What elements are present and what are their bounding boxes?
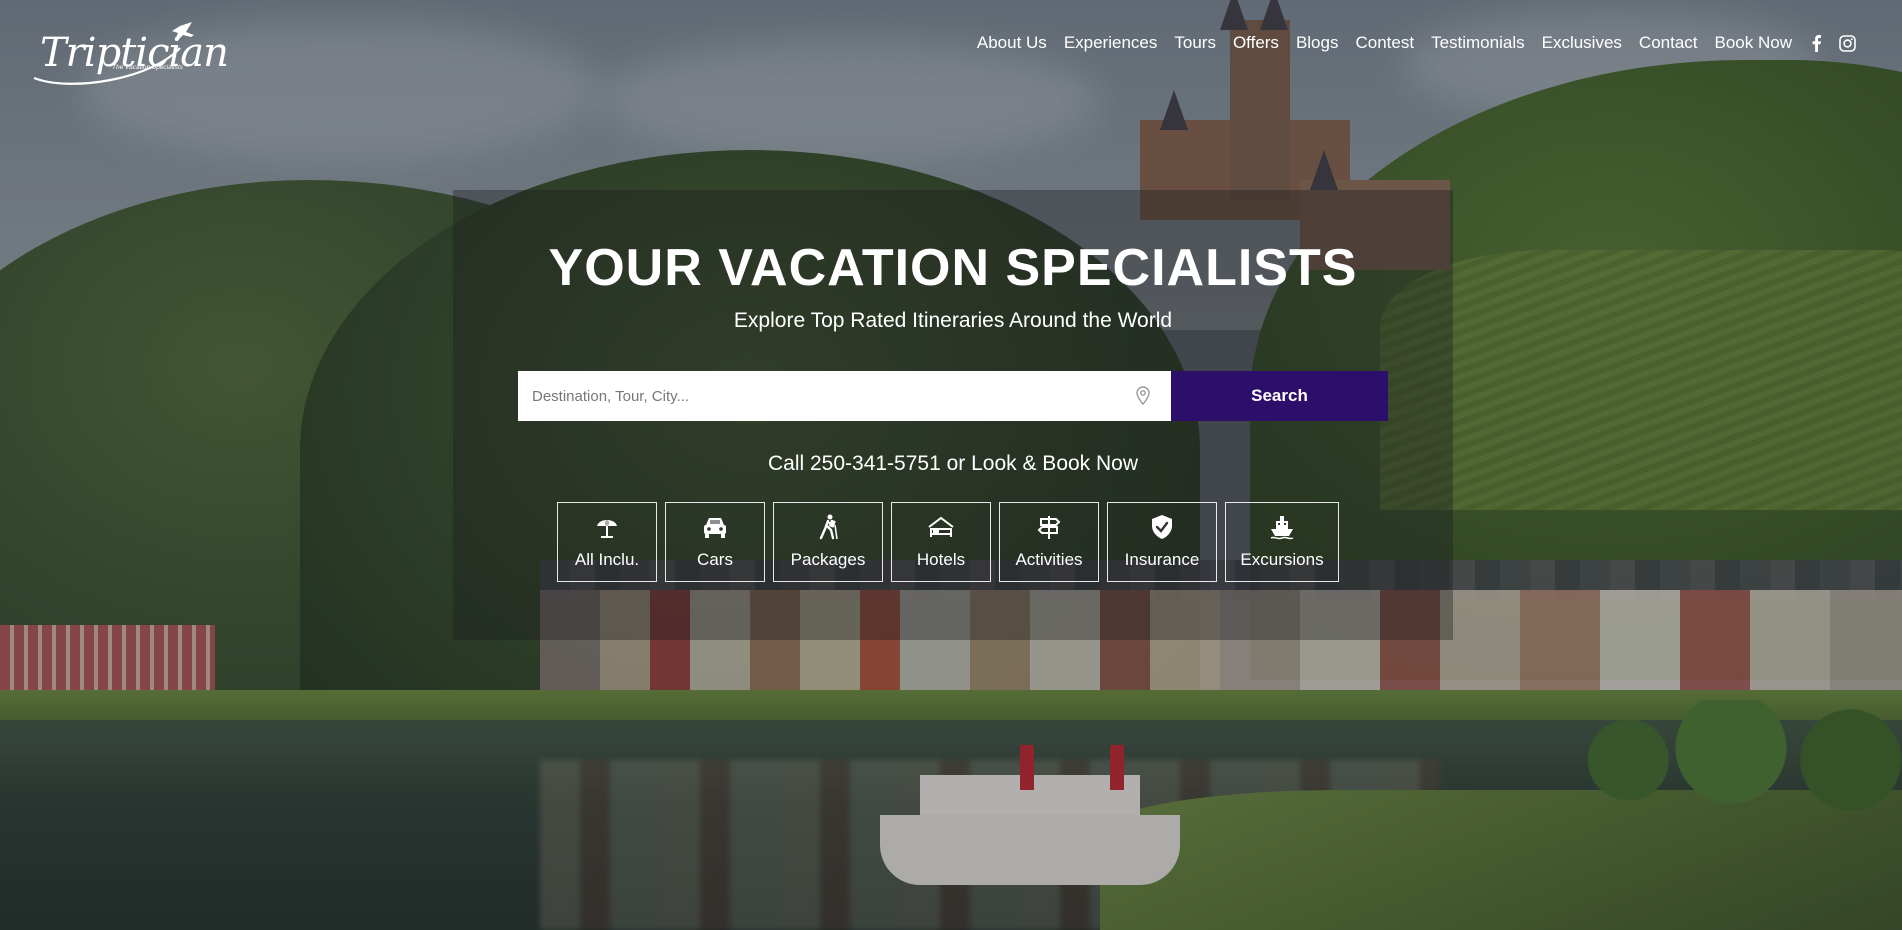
main-nav: About Us Experiences Tours Offers Blogs … <box>960 33 1856 53</box>
hero-title: YOUR VACATION SPECIALISTS <box>548 239 1358 297</box>
search-button[interactable]: Search <box>1171 371 1388 421</box>
shield-icon <box>1151 514 1173 540</box>
facebook-icon[interactable] <box>1812 34 1821 52</box>
category-label: Cars <box>697 550 733 569</box>
nav-exclusives[interactable]: Exclusives <box>1542 33 1622 53</box>
nav-book-now[interactable]: Book Now <box>1715 33 1792 53</box>
ship-icon <box>1269 514 1295 540</box>
beach-umbrella-icon <box>595 514 619 540</box>
signpost-icon <box>1037 514 1061 540</box>
hero-subtitle: Explore Top Rated Itineraries Around the… <box>733 309 1173 332</box>
brand-logo[interactable]: Triptician The Vacation Specialists <box>30 22 229 85</box>
nav-experiences[interactable]: Experiences <box>1064 33 1158 53</box>
category-label: Hotels <box>916 550 966 569</box>
category-hotels[interactable]: Hotels <box>891 502 991 582</box>
nav-blogs[interactable]: Blogs <box>1296 33 1339 53</box>
category-buttons: All Inclu. Cars Packages Hotels Activiti… <box>557 502 1339 582</box>
car-icon <box>701 514 729 540</box>
category-excursions[interactable]: Excursions <box>1225 502 1339 582</box>
nav-tours[interactable]: Tours <box>1174 33 1216 53</box>
category-cars[interactable]: Cars <box>665 502 765 582</box>
brand-tagline: The Vacation Specialists <box>112 64 183 71</box>
category-label: Excursions <box>1240 550 1324 569</box>
search-box <box>518 371 1171 421</box>
category-label: Activities <box>1015 550 1083 569</box>
category-label: All Inclu. <box>574 550 640 569</box>
category-activities[interactable]: Activities <box>999 502 1099 582</box>
category-insurance[interactable]: Insurance <box>1107 502 1217 582</box>
map-pin-icon <box>1136 386 1150 410</box>
nav-about-us[interactable]: About Us <box>977 33 1047 53</box>
nav-contest[interactable]: Contest <box>1355 33 1414 53</box>
instagram-icon[interactable] <box>1839 34 1856 52</box>
call-to-action: Call 250-341-5751 or Look & Book Now <box>767 452 1139 475</box>
hiker-icon <box>816 514 840 540</box>
destination-search-input[interactable] <box>532 371 1122 421</box>
bed-icon <box>927 514 955 540</box>
category-label: Packages <box>790 550 866 569</box>
nav-testimonials[interactable]: Testimonials <box>1431 33 1525 53</box>
category-label: Insurance <box>1124 550 1200 569</box>
nav-contact[interactable]: Contact <box>1639 33 1698 53</box>
nav-offers[interactable]: Offers <box>1233 33 1279 53</box>
category-packages[interactable]: Packages <box>773 502 883 582</box>
category-all-inclusive[interactable]: All Inclu. <box>557 502 657 582</box>
